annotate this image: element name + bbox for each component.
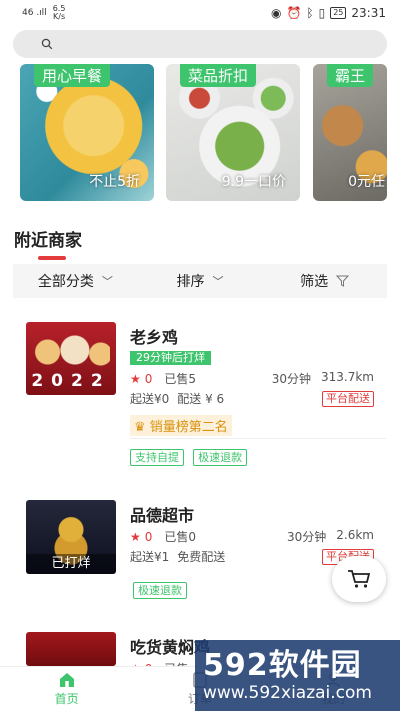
promo-price: 9.9一口价 bbox=[221, 174, 286, 190]
service-pill: 极速退款 bbox=[193, 449, 248, 466]
watermark: 592软件园 www.592xiazai.com bbox=[195, 640, 400, 711]
filter-label: 排序 bbox=[176, 274, 205, 290]
eye-icon: ◉ bbox=[270, 6, 282, 20]
thumbnail-year: 2022 bbox=[31, 371, 111, 391]
cart-button[interactable] bbox=[332, 556, 386, 602]
closed-label: 已打烊 bbox=[26, 554, 116, 574]
crown-icon: ♛ bbox=[134, 420, 146, 435]
merchant-score: 0 bbox=[144, 529, 153, 544]
merchant-stats: ★ 0 已售0 30分钟 2.6km bbox=[130, 528, 374, 545]
merchant-score: 0 bbox=[144, 371, 153, 386]
merchant-delivery: 起送¥0 配送 ¥ 6 平台配送 bbox=[130, 390, 374, 407]
promo-price: 不止5折 bbox=[89, 174, 140, 190]
vibrate-icon: ▯ bbox=[318, 6, 326, 20]
promo-card-dish-discount[interactable]: 菜品折扣 9.9一口价 bbox=[166, 64, 300, 201]
merchant-thumbnail: 已打烊 bbox=[26, 500, 116, 574]
star-icon: ★ bbox=[130, 529, 141, 544]
merchant-stats: ★ 0 已售5 30分钟 313.7km bbox=[130, 370, 374, 387]
filter-label: 全部分类 bbox=[37, 274, 94, 290]
merchant-min-order: 起送¥0 bbox=[130, 392, 170, 406]
search-input[interactable] bbox=[13, 30, 387, 58]
promo-price: 0元任 bbox=[348, 174, 385, 190]
battery-indicator: 25 bbox=[330, 7, 347, 19]
watermark-url: www.592xiazai.com bbox=[203, 682, 372, 703]
merchant-sold: 已售5 bbox=[164, 372, 197, 386]
section-underline bbox=[38, 256, 66, 260]
chevron-down-icon: ﹀ bbox=[212, 275, 224, 288]
status-bar: 46 .ıll 6.5 K/s ◉ ⏰ ᛒ ▯ 25 23:31 bbox=[0, 0, 400, 26]
rank-label: 销量榜第二名 bbox=[149, 420, 228, 435]
service-pill: 极速退款 bbox=[133, 582, 187, 599]
home-icon bbox=[59, 672, 74, 687]
service-pills: 支持自提 极速退款 bbox=[130, 446, 251, 466]
bluetooth-icon: ᛒ bbox=[306, 6, 314, 20]
merchant-name: 老乡鸡 bbox=[130, 328, 179, 347]
merchant-delivery-fee: 配送 ¥ 6 bbox=[177, 392, 225, 406]
promo-card-breakfast[interactable]: 用心早餐 不止5折 bbox=[20, 64, 154, 201]
merchant-delivery-fee: 免费配送 bbox=[177, 550, 226, 564]
star-icon: ★ bbox=[130, 371, 141, 386]
clock: 23:31 bbox=[351, 6, 386, 20]
search-icon bbox=[41, 38, 53, 50]
merchant-distance: 2.6km bbox=[336, 528, 374, 542]
thumbnail-decoration bbox=[32, 332, 110, 372]
merchant-sold: 已售0 bbox=[164, 530, 197, 544]
promo-card-free[interactable]: 霸王 0元任 bbox=[313, 64, 387, 201]
status-right: ◉ ⏰ ᛒ ▯ 25 23:31 bbox=[271, 6, 386, 20]
merchant-time: 30分钟 bbox=[286, 530, 327, 544]
merchant-thumbnail bbox=[26, 632, 116, 666]
status-left: 46 .ıll 6.5 K/s bbox=[22, 5, 65, 21]
net-speed-unit: K/s bbox=[53, 12, 66, 21]
cart-icon bbox=[348, 570, 371, 588]
rank-badge: ♛ 销量榜第二名 bbox=[130, 415, 232, 436]
funnel-icon bbox=[336, 275, 350, 287]
tab-home[interactable]: 首页 bbox=[0, 667, 133, 711]
merchant-name: 品德超市 bbox=[130, 506, 195, 525]
merchant-thumbnail: 2022 bbox=[26, 322, 116, 395]
alarm-icon: ⏰ bbox=[286, 6, 302, 20]
merchant-distance: 313.7km bbox=[321, 370, 374, 384]
filter-label: 筛选 bbox=[300, 274, 329, 290]
merchant-time: 30分钟 bbox=[271, 372, 311, 386]
filter-screen[interactable]: 筛选 bbox=[262, 271, 387, 291]
net-speed: 6.5 K/s bbox=[53, 5, 66, 21]
chevron-down-icon: ﹀ bbox=[101, 275, 113, 288]
service-pill: 支持自提 bbox=[130, 449, 184, 466]
promo-title: 菜品折扣 bbox=[180, 64, 257, 87]
status-badge: 29分钟后打烊 bbox=[130, 351, 211, 365]
promo-title: 用心早餐 bbox=[34, 64, 111, 87]
promo-title: 霸王 bbox=[327, 64, 374, 87]
filter-category[interactable]: 全部分类 ﹀ bbox=[13, 271, 138, 291]
merchant-min-order: 起送¥1 bbox=[130, 550, 170, 564]
divider bbox=[130, 438, 386, 439]
tab-label: 首页 bbox=[54, 691, 79, 706]
section-title: 附近商家 bbox=[14, 231, 82, 251]
filter-bar: 全部分类 ﹀ 排序 ﹀ 筛选 bbox=[13, 264, 387, 298]
service-pills: 极速退款 bbox=[133, 579, 191, 599]
filter-sort[interactable]: 排序 ﹀ bbox=[138, 271, 263, 291]
watermark-brand: 592软件园 bbox=[203, 647, 362, 683]
signal-indicator: 46 .ıll bbox=[22, 7, 47, 18]
promo-carousel[interactable]: 用心早餐 不止5折 菜品折扣 9.9一口价 霸王 0元任 bbox=[0, 64, 400, 202]
delivery-badge: 平台配送 bbox=[322, 390, 374, 407]
